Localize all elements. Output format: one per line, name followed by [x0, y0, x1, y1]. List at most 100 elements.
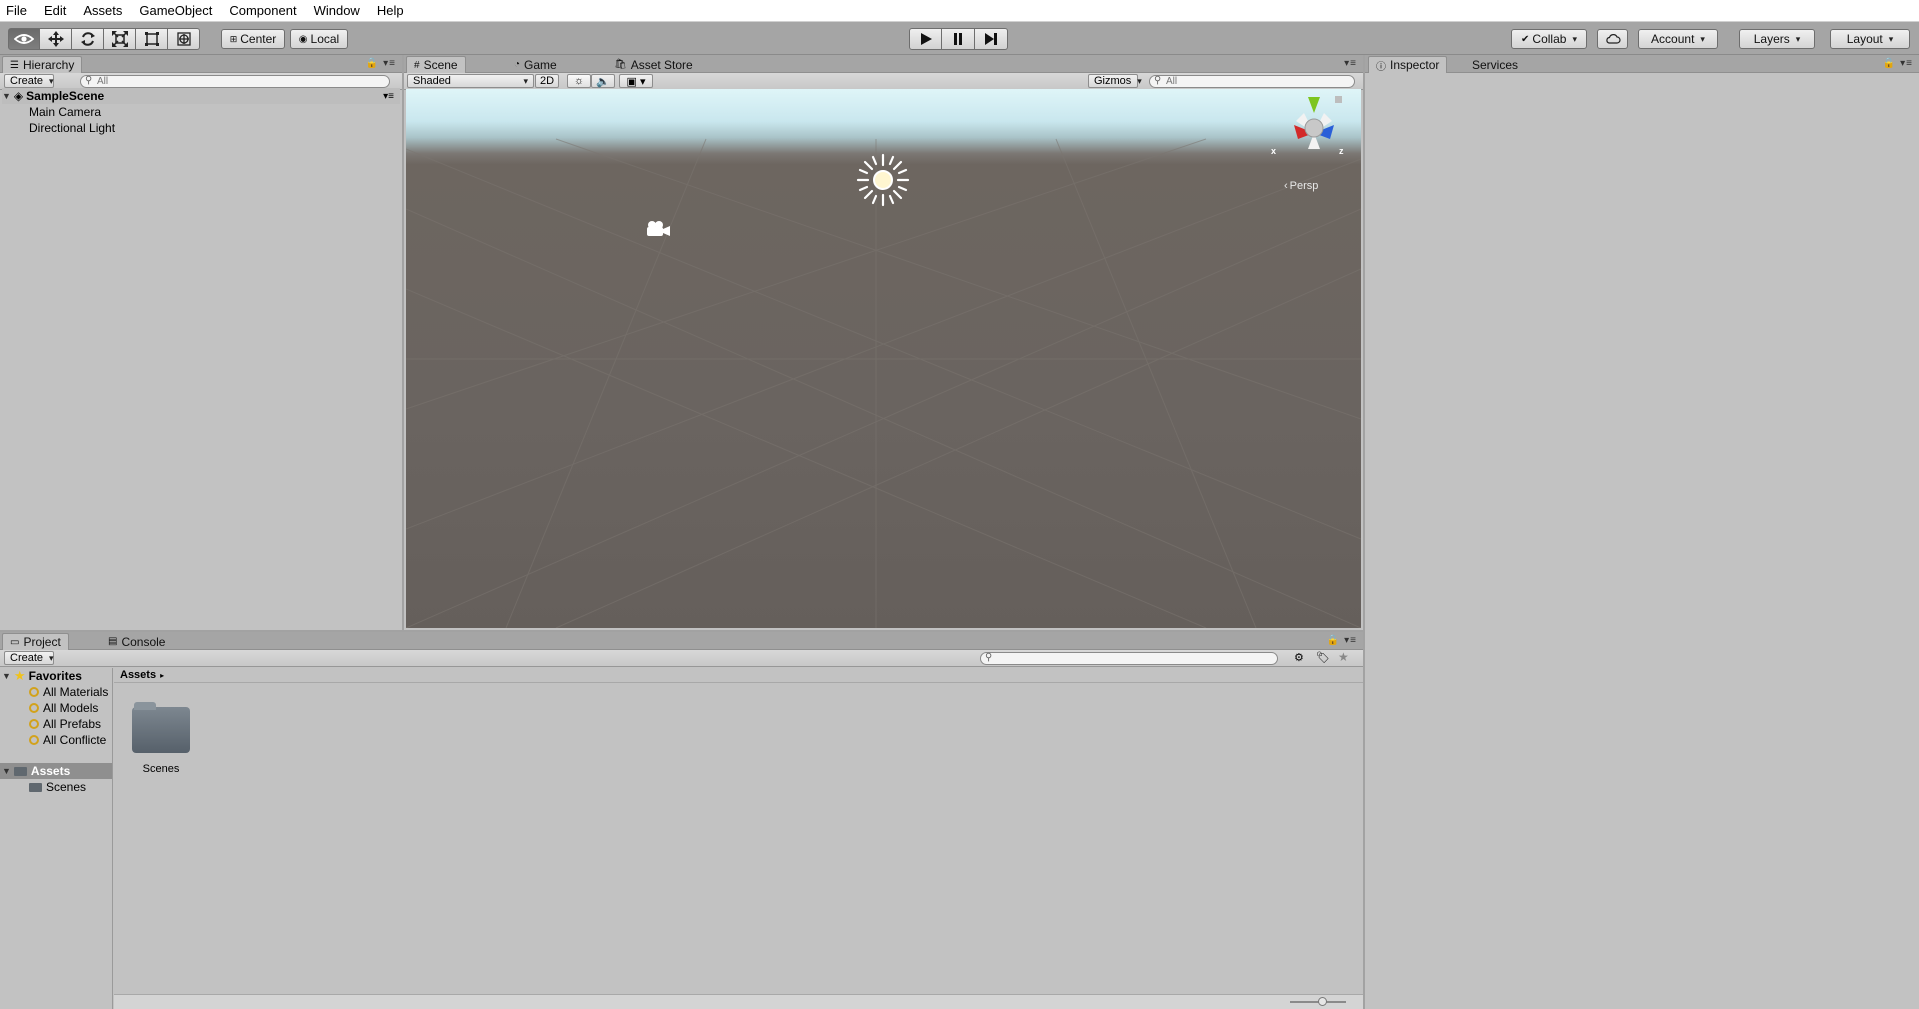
transform-icon: [176, 32, 191, 46]
expand-triangle-icon[interactable]: ▼: [2, 91, 11, 101]
directional-light-gizmo-icon[interactable]: [856, 153, 910, 207]
search-icon: ⚲: [1154, 75, 1162, 86]
lighting-toggle-button[interactable]: ☼: [567, 74, 591, 88]
panel-menu-icon[interactable]: 🔒 ▾≡: [366, 58, 396, 69]
scene-row[interactable]: ▼ ◈ SampleScene ▾≡: [2, 88, 400, 104]
scene-subbar: Shaded 2D ☼ 🔈 ▣ ▾ Gizmos ⚲ All: [404, 73, 1363, 90]
favorite-all-models[interactable]: All Models: [29, 700, 98, 716]
scene-viewport[interactable]: x z ‹ Persp: [406, 89, 1361, 628]
camera-gizmo-icon[interactable]: [644, 219, 672, 239]
scenes-folder-row[interactable]: Scenes: [29, 779, 86, 795]
asset-item-scenes[interactable]: Scenes: [132, 702, 190, 777]
gizmos-dropdown[interactable]: Gizmos: [1088, 74, 1138, 88]
gizmo-lock-icon[interactable]: [1335, 96, 1342, 103]
scene-options-icon[interactable]: ▾≡: [383, 91, 394, 102]
project-tabbar: ▭ Project ▤ Console 🔒 ▾≡: [0, 632, 1363, 650]
grid-icon: #: [414, 59, 420, 71]
panel-menu-icon[interactable]: ▾≡: [1344, 58, 1357, 69]
tab-services[interactable]: Services: [1465, 56, 1525, 73]
breadcrumb: Assets ▸: [114, 668, 1363, 683]
search-icon: ⚲: [985, 652, 993, 663]
project-create-dropdown[interactable]: Create: [4, 651, 54, 665]
favorite-all-conflicted[interactable]: All Conflicte: [29, 732, 113, 748]
pivot-center-button[interactable]: ⊞ Center: [221, 29, 285, 49]
toggle-2d-button[interactable]: 2D: [535, 74, 559, 88]
expand-triangle-icon[interactable]: ▼: [2, 766, 11, 776]
star-icon: ★: [13, 668, 26, 683]
tab-game[interactable]: ◔ Game: [507, 56, 564, 73]
rect-tool-button[interactable]: [136, 28, 168, 50]
menu-gameobject[interactable]: GameObject: [139, 1, 212, 20]
scale-tool-button[interactable]: [104, 28, 136, 50]
assets-folder-row[interactable]: ▼ Assets: [0, 763, 112, 779]
icon-size-slider[interactable]: [1290, 997, 1346, 1006]
scene-search-input[interactable]: ⚲ All: [1149, 75, 1355, 88]
hierarchy-search-input[interactable]: ⚲ All: [80, 75, 390, 88]
hierarchy-item-directional-light[interactable]: Directional Light: [29, 120, 115, 136]
menu-edit[interactable]: Edit: [44, 1, 66, 20]
cloud-button[interactable]: [1597, 29, 1628, 49]
effects-dropdown[interactable]: ▣ ▾: [619, 74, 653, 88]
project-folder-tree: ▼ ★ Favorites All Materials All Models A…: [0, 668, 113, 1009]
menu-file[interactable]: File: [6, 1, 27, 20]
unity-scene-icon: ◈: [13, 89, 24, 103]
scene-tabbar: # Scene ◔ Game 🛍 Asset Store ▾≡: [404, 55, 1363, 73]
pause-button[interactable]: [942, 28, 975, 50]
axis-z-label: z: [1339, 146, 1344, 156]
pivot-local-button[interactable]: ◉ Local: [290, 29, 348, 49]
audio-toggle-button[interactable]: 🔈: [591, 74, 615, 88]
rotate-tool-button[interactable]: [72, 28, 104, 50]
slider-handle[interactable]: [1318, 997, 1327, 1006]
folder-icon: [13, 766, 27, 776]
menu-window[interactable]: Window: [314, 1, 360, 20]
cloud-icon: [1605, 34, 1621, 44]
expand-triangle-icon[interactable]: ▼: [2, 671, 11, 681]
collab-dropdown[interactable]: ✔ Collab: [1511, 29, 1587, 49]
tab-inspector[interactable]: ⓘ Inspector: [1368, 56, 1448, 73]
speaker-icon: 🔈: [596, 75, 610, 88]
layout-dropdown[interactable]: Layout: [1830, 29, 1910, 49]
menu-assets[interactable]: Assets: [83, 1, 122, 20]
favorites-row[interactable]: ▼ ★ Favorites: [2, 668, 82, 684]
panel-menu-icon[interactable]: 🔒 ▾≡: [1327, 635, 1357, 646]
filter-type-icon[interactable]: ⚙: [1294, 651, 1304, 664]
move-arrows-icon: [47, 31, 64, 47]
project-panel: ▭ Project ▤ Console 🔒 ▾≡ Create ⚲ ⚙ 🏷 ★ …: [0, 632, 1363, 1009]
favorite-all-prefabs[interactable]: All Prefabs: [29, 716, 101, 732]
favorite-star-icon[interactable]: ★: [1338, 650, 1349, 664]
play-icon: [920, 33, 932, 45]
inspector-tabbar: ⓘ Inspector Services 🔒 ▾≡: [1365, 55, 1919, 73]
panel-menu-icon[interactable]: 🔒 ▾≡: [1883, 58, 1913, 69]
main-toolbar: ⊞ Center ◉ Local ✔ Collab Account Layers…: [0, 22, 1919, 55]
layers-dropdown[interactable]: Layers: [1739, 29, 1815, 49]
play-button[interactable]: [909, 28, 942, 50]
scale-icon: [111, 31, 128, 47]
rotate-icon: [80, 32, 95, 46]
hierarchy-item-main-camera[interactable]: Main Camera: [29, 104, 101, 120]
image-icon: ▣ ▾: [626, 75, 646, 88]
favorite-all-materials[interactable]: All Materials: [29, 684, 108, 700]
tab-asset-store[interactable]: 🛍 Asset Store: [607, 56, 700, 73]
move-tool-button[interactable]: [40, 28, 72, 50]
step-button[interactable]: [975, 28, 1008, 50]
menu-help[interactable]: Help: [377, 1, 404, 20]
hierarchy-create-dropdown[interactable]: Create: [4, 74, 54, 88]
pacman-icon: ◔: [514, 59, 521, 70]
projection-toggle[interactable]: ‹ Persp: [1284, 180, 1318, 192]
breadcrumb-assets[interactable]: Assets: [120, 669, 156, 681]
filter-label-icon[interactable]: 🏷: [1316, 651, 1330, 664]
tab-scene[interactable]: # Scene: [406, 56, 466, 73]
pivot-icon: ⊞: [229, 33, 238, 44]
list-icon: ☰: [10, 59, 19, 71]
search-favorite-icon: [29, 687, 39, 697]
menu-component[interactable]: Component: [229, 1, 296, 20]
project-search-input[interactable]: ⚲: [980, 652, 1278, 665]
tab-hierarchy[interactable]: ☰ Hierarchy: [2, 56, 83, 73]
tab-project[interactable]: ▭ Project: [2, 633, 69, 650]
tab-console[interactable]: ▤ Console: [101, 633, 172, 650]
transform-tool-button[interactable]: [168, 28, 200, 50]
shading-mode-dropdown[interactable]: Shaded: [407, 74, 534, 88]
account-dropdown[interactable]: Account: [1638, 29, 1718, 49]
view-tool-button[interactable]: [8, 28, 40, 50]
info-icon: ⓘ: [1376, 61, 1386, 73]
